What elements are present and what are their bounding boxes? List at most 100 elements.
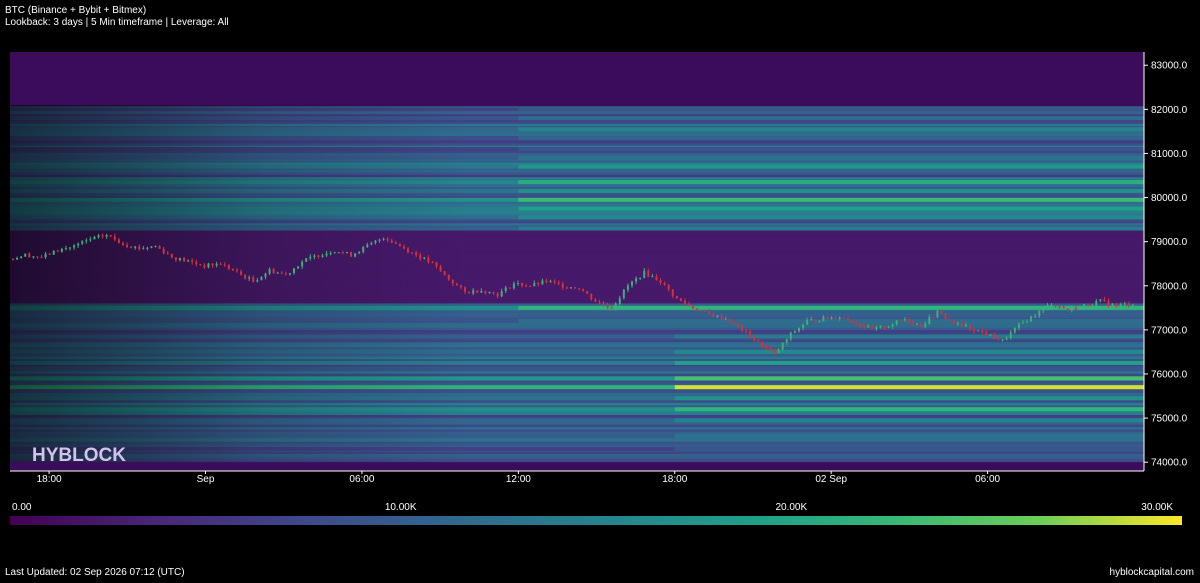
candle-body	[512, 283, 515, 289]
candle-body	[476, 290, 479, 293]
candle-body	[309, 256, 312, 259]
candle-body	[52, 250, 55, 255]
candle-body	[944, 313, 947, 319]
candle-body	[802, 324, 805, 328]
candle-body	[740, 326, 743, 331]
candle-body	[867, 326, 870, 328]
candle-body	[679, 298, 682, 301]
candle-body	[610, 307, 613, 309]
candle-body	[154, 246, 157, 248]
candle-body	[781, 342, 784, 350]
liquidity-level-recent	[518, 215, 1144, 220]
candle-body	[345, 252, 348, 254]
candle-body	[227, 265, 230, 269]
candle-body	[720, 315, 723, 320]
candle-body	[891, 324, 894, 327]
candle-body	[952, 320, 955, 324]
candle-body	[907, 318, 910, 322]
candle-body	[508, 287, 511, 289]
candle-body	[724, 319, 727, 321]
candle-body	[692, 305, 695, 309]
candle-body	[716, 315, 719, 317]
candle-body	[1078, 306, 1081, 310]
candle-body	[64, 248, 67, 250]
candle-body	[435, 262, 438, 267]
candle-body	[419, 255, 422, 259]
liquidity-level-recent	[674, 349, 1144, 354]
candle-body	[459, 285, 462, 288]
candle-body	[211, 263, 214, 266]
candle-body	[162, 248, 165, 254]
fade-overlay	[10, 52, 470, 471]
candle-body	[956, 322, 959, 324]
candle-body	[704, 310, 707, 312]
candle-body	[561, 283, 564, 288]
candle-body	[48, 253, 51, 255]
candle-body	[834, 317, 837, 319]
candle-body	[553, 281, 556, 283]
candle-body	[407, 248, 410, 253]
candle-body	[1009, 332, 1012, 339]
candle-body	[117, 239, 120, 244]
candle-body	[252, 277, 255, 282]
candle-body	[321, 255, 324, 257]
candle-body	[732, 322, 735, 324]
candle-body	[183, 257, 186, 262]
x-tick-label: Sep	[197, 474, 215, 485]
candle-body	[1123, 303, 1126, 305]
y-tick-label: 74000.0	[1151, 458, 1188, 469]
candle-body	[883, 326, 886, 328]
candle-body	[350, 252, 353, 257]
candle-body	[773, 350, 776, 353]
candle-body	[541, 280, 544, 285]
candle-body	[712, 313, 715, 317]
candle-body	[199, 264, 202, 266]
liquidity-level-recent	[518, 147, 1144, 152]
candle-body	[1095, 301, 1098, 306]
candle-body	[948, 318, 951, 321]
y-tick-label: 82000.0	[1151, 105, 1188, 116]
candle-body	[16, 257, 19, 260]
candle-body	[806, 320, 809, 325]
candle-body	[912, 321, 915, 324]
candle-body	[1070, 307, 1073, 311]
candle-body	[903, 318, 906, 321]
colorbar-tick-label: 0.00	[12, 502, 32, 513]
candle-body	[810, 319, 813, 321]
candle-body	[545, 280, 548, 282]
candle-body	[993, 334, 996, 339]
candle-body	[777, 349, 780, 353]
liquidity-level-recent	[518, 164, 1144, 169]
candle-body	[130, 246, 133, 248]
candle-body	[158, 246, 161, 249]
candle-body	[785, 339, 788, 343]
candle-body	[240, 271, 243, 275]
candle-body	[797, 327, 800, 332]
candle-body	[288, 273, 291, 275]
site-link[interactable]: hyblockcapital.com	[1110, 567, 1194, 578]
candle-body	[374, 240, 377, 243]
liquidity-level-recent	[518, 116, 1144, 121]
candle-body	[93, 237, 96, 240]
candle-body	[659, 280, 662, 283]
candle-body	[398, 244, 401, 247]
x-axis: 18:00 Sep 06:00 12:00 18:00 02 Sep 06:00	[10, 470, 1144, 485]
candle-body	[378, 239, 381, 241]
candle-body	[223, 264, 226, 266]
candle-body	[81, 241, 84, 244]
colorbar-ticks: 0.00 10.00K 20.00K 30.00K	[12, 502, 1173, 513]
candle-body	[688, 303, 691, 306]
candle-body	[142, 248, 145, 250]
candle-body	[36, 256, 39, 258]
liquidity-level-recent	[674, 360, 1144, 365]
candle-body	[793, 331, 796, 333]
candle-body	[789, 332, 792, 340]
candle-body	[1038, 310, 1041, 316]
liquidity-level-recent	[674, 446, 1144, 451]
liquidity-level-recent	[518, 206, 1144, 211]
candle-body	[651, 276, 654, 278]
candle-body	[280, 272, 283, 274]
candle-body	[447, 274, 450, 280]
candle-body	[525, 285, 528, 287]
candle-body	[187, 260, 190, 262]
